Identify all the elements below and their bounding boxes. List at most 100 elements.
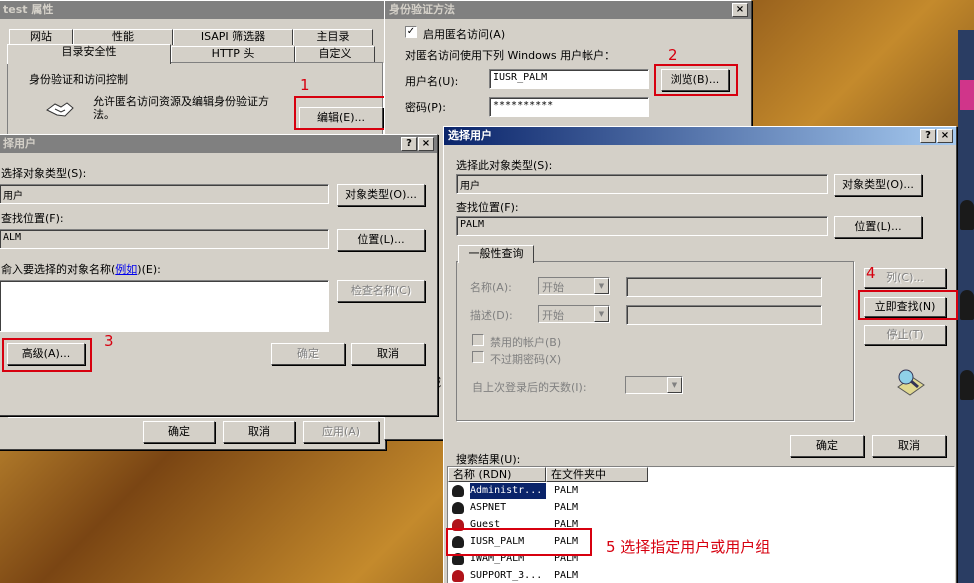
type-field: 用户	[456, 174, 828, 194]
name-combo-value: 开始	[542, 281, 564, 294]
type-label: 选择此对象类型(S):	[456, 159, 553, 172]
taskbar-qq-icon[interactable]	[960, 200, 974, 230]
auth-titlebar: 身份验证方法	[385, 1, 751, 19]
disabled-accounts-label: 禁用的帐户(B)	[490, 336, 562, 349]
annotation-4: 4	[866, 264, 876, 282]
small-location-field: ALM	[0, 229, 329, 249]
days-since-logon-label: 自上次登录后的天数(I):	[472, 381, 587, 394]
small-names-label-post: )(E):	[137, 263, 161, 276]
small-ok-button[interactable]: 确定	[271, 343, 345, 365]
name-combo-arrow-icon: ▼	[594, 278, 609, 294]
select-small-help-icon[interactable]: ?	[401, 137, 417, 151]
result-row[interactable]: Administr... PALM	[450, 483, 952, 499]
user-icon	[452, 502, 464, 514]
result-row[interactable]: SUPPORT_3... PALM	[450, 568, 952, 583]
annotation-1: 1	[300, 76, 310, 94]
username-label: 用户名(U):	[405, 75, 459, 88]
password-label: 密码(P):	[405, 101, 446, 114]
tab-website[interactable]: 网站	[9, 29, 73, 45]
annotation-2: 2	[668, 46, 678, 64]
edit-button[interactable]: 编辑(E)...	[299, 107, 383, 129]
small-names-textarea[interactable]	[0, 280, 329, 332]
tab-performance[interactable]: 性能	[73, 29, 173, 45]
anon-access-label: 启用匿名访问(A)	[423, 28, 506, 41]
taskbar-qq-icon[interactable]	[960, 370, 974, 400]
name-label: 名称(A):	[470, 281, 512, 294]
handshake-icon	[45, 98, 75, 120]
small-locations-button[interactable]: 位置(L)...	[337, 229, 425, 251]
auth-close-icon[interactable]: ×	[732, 3, 748, 17]
find-now-button[interactable]: 立即查找(N)	[864, 297, 946, 317]
name-query-field[interactable]	[626, 277, 822, 297]
taskbar-qq-icon[interactable]	[960, 290, 974, 320]
desc-combo-arrow-icon: ▼	[594, 306, 609, 322]
cancel-button[interactable]: 取消	[872, 435, 946, 457]
desc-query-field[interactable]	[626, 305, 822, 325]
select-small-close-icon[interactable]: ×	[418, 137, 434, 151]
props-ok-button[interactable]: 确定	[143, 421, 215, 443]
username-field[interactable]: IUSR_PALM	[489, 69, 649, 89]
tab-isapi[interactable]: ISAPI 筛选器	[173, 29, 293, 45]
small-type-field: 用户	[0, 184, 329, 204]
disabled-accounts-checkbox[interactable]	[472, 334, 484, 346]
search-flashlight-icon	[894, 367, 928, 397]
check-names-button[interactable]: 检查名称(C)	[337, 280, 425, 302]
small-cancel-button[interactable]: 取消	[351, 343, 425, 365]
examples-link[interactable]: 例如	[115, 263, 137, 276]
location-label: 查找位置(F):	[456, 201, 519, 214]
non-expiring-label: 不过期密码(X)	[490, 353, 562, 366]
results-label: 搜索结果(U):	[456, 453, 521, 466]
location-field: PALM	[456, 216, 828, 236]
non-expiring-checkbox[interactable]	[472, 351, 484, 363]
select-title: 选择用户	[448, 129, 492, 142]
desc-combo[interactable]: 开始 ▼	[538, 305, 610, 323]
object-types-button[interactable]: 对象类型(O)...	[834, 174, 922, 196]
col-folder-header[interactable]: 在文件夹中	[546, 467, 648, 482]
days-combo[interactable]: ▼	[625, 376, 683, 394]
name-combo[interactable]: 开始 ▼	[538, 277, 610, 295]
locations-button[interactable]: 位置(L)...	[834, 216, 922, 238]
select-small-title: 择用户	[3, 137, 36, 150]
annotation-5: 5 选择指定用户或用户组	[606, 538, 771, 556]
anon-access-checkbox[interactable]: ✓	[405, 26, 417, 38]
password-field[interactable]: **********	[489, 97, 649, 117]
stop-button[interactable]: 停止(T)	[864, 325, 946, 345]
account-label: 对匿名访问使用下列 Windows 用户帐户：	[405, 49, 616, 62]
desc-combo-value: 开始	[542, 309, 564, 322]
col-name-header[interactable]: 名称 (RDN)	[448, 467, 546, 482]
taskbar-app-icon[interactable]	[960, 80, 974, 110]
disabled-user-icon	[452, 519, 464, 531]
user-icon	[452, 536, 464, 548]
auth-section-label: 身份验证和访问控制	[29, 73, 128, 86]
tab-common-queries[interactable]: 一般性查询	[458, 245, 534, 263]
select-titlebar: 选择用户	[444, 127, 956, 145]
disabled-user-icon	[452, 570, 464, 582]
small-object-types-button[interactable]: 对象类型(O)...	[337, 184, 425, 206]
small-names-label: 俞入要选择的对象名称(例如)(E):	[1, 261, 161, 277]
user-icon	[452, 553, 464, 565]
tab-http-headers[interactable]: HTTP 头	[171, 46, 295, 62]
ok-button[interactable]: 确定	[790, 435, 864, 457]
select-small-titlebar: 择用户	[0, 135, 437, 153]
select-users-small-window: 择用户 ? × 选择对象类型(S): 用户 对象类型(O)... 查找位置(F)…	[0, 134, 438, 416]
columns-button[interactable]: 列(C)...	[864, 268, 946, 288]
browse-button[interactable]: 浏览(B)...	[661, 69, 729, 91]
user-icon	[452, 485, 464, 497]
props-cancel-button[interactable]: 取消	[223, 421, 295, 443]
annotation-3: 3	[104, 332, 114, 350]
properties-title: test 属性	[3, 3, 54, 16]
small-location-label: 查找位置(F):	[1, 212, 64, 225]
select-close-icon[interactable]: ×	[937, 129, 953, 143]
advanced-button[interactable]: 高级(A)...	[7, 343, 85, 365]
small-type-label: 选择对象类型(S):	[1, 167, 87, 180]
small-names-label-pre: 俞入要选择的对象名称(	[1, 263, 116, 276]
tab-custom[interactable]: 自定义	[295, 46, 375, 62]
description-label: 描述(D):	[470, 309, 513, 322]
props-apply-button[interactable]: 应用(A)	[303, 421, 379, 443]
select-help-icon[interactable]: ?	[920, 129, 936, 143]
auth-title: 身份验证方法	[389, 3, 455, 16]
tab-home-dir[interactable]: 主目录	[293, 29, 373, 45]
baidu-watermark: Baidu经验	[752, 504, 886, 535]
tab-directory-security[interactable]: 目录安全性	[7, 44, 171, 64]
days-combo-arrow-icon: ▼	[667, 377, 682, 393]
